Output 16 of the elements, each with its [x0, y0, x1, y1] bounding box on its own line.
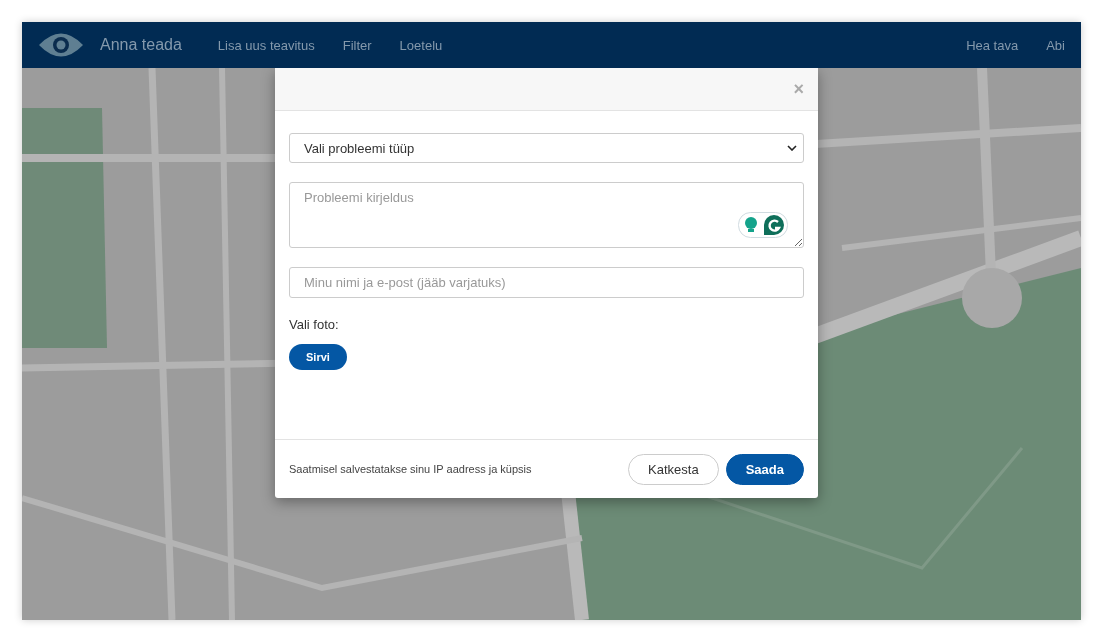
photo-label: Vali foto: [289, 317, 339, 332]
chevron-down-icon [787, 145, 797, 151]
problem-type-select[interactable]: Vali probleemi tüüp [289, 133, 804, 163]
nav-link[interactable]: Abi [1046, 37, 1065, 53]
brand-link[interactable]: Anna teada [100, 36, 182, 54]
description-field[interactable]: Probleemi kirjeldus [289, 182, 804, 248]
name-email-field[interactable]: Minu nimi ja e-post (jääb varjatuks) [289, 267, 804, 298]
browse-button[interactable]: Sirvi [289, 344, 347, 370]
writing-assistant-icon[interactable] [738, 212, 788, 238]
privacy-note: Saatmisel salvestatakse sinu IP aadress ja küpsis [289, 463, 533, 475]
nav-link[interactable]: Loetelu [399, 37, 443, 53]
nav-link[interactable]: Hea tava [966, 37, 1019, 53]
cancel-button[interactable]: Katkesta [628, 453, 719, 485]
nav-link[interactable]: Filter [342, 37, 372, 53]
send-button[interactable]: Saada [725, 453, 804, 485]
nav-link[interactable]: Lisa uus teavitus [217, 37, 315, 53]
